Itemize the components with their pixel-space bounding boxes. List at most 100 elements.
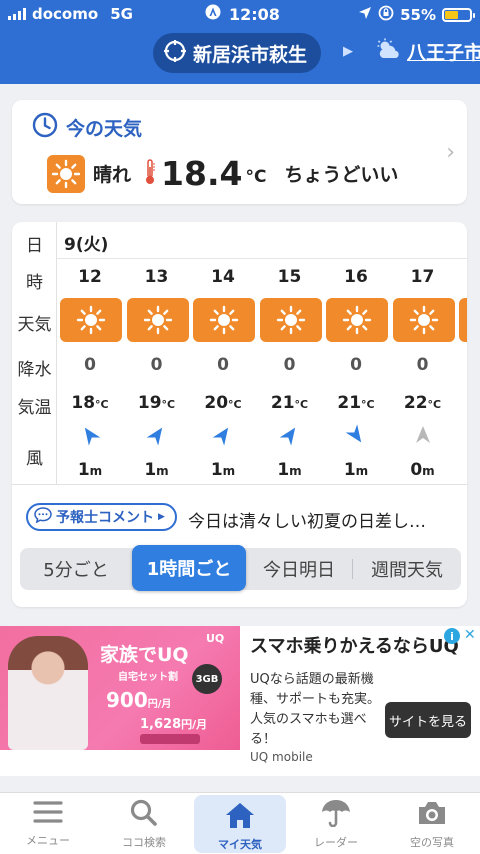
temperature-unit: °C (427, 398, 442, 411)
wind-arrow-icon (193, 424, 253, 446)
next-location-name: 八王子市 (407, 42, 480, 64)
status-center: 12:08 (205, 4, 280, 24)
camera-icon (416, 799, 448, 830)
tab-radar[interactable]: レーダー (290, 793, 382, 854)
precip-value: 0 (416, 355, 429, 375)
ad-model-figure (8, 636, 88, 750)
forecaster-comment-label: 予報士コメント (56, 510, 154, 526)
signal-icon (8, 8, 26, 20)
wind-speed-value: 1 (277, 460, 290, 480)
wind-speed-value: 1 (343, 460, 356, 480)
ad-image[interactable]: 家族でUQ UQ 自宅セット割 3GB 900円/月 1,628円/月 (0, 626, 240, 750)
ad-price-2-value: 1,628 (140, 717, 182, 732)
ad-sub: 自宅セット割 (118, 672, 178, 683)
row-labels: 日 時 天気 降水 気温 風 (12, 222, 57, 484)
speech-bubble-icon (34, 507, 52, 527)
current-location-pill[interactable]: 新居浜市萩生 (153, 33, 322, 73)
tab-five-minutes[interactable]: 5分ごと (20, 548, 132, 590)
temperature-cell: 21°C (260, 393, 320, 413)
current-temperature: 18.4 (161, 154, 243, 193)
tab-sky-photo[interactable]: 空の写真 (386, 793, 478, 854)
menu-icon (33, 799, 63, 828)
temperature-cell: 20°C (193, 393, 253, 413)
clock-icon (32, 112, 58, 143)
ad-data-badge: 3GB (192, 664, 222, 694)
temperature-value: 19 (137, 393, 162, 413)
tab-menu[interactable]: メニュー (2, 793, 94, 854)
ad-headline[interactable]: スマホ乗りかえるならUQ (250, 632, 459, 658)
label-hour: 時 (26, 273, 43, 293)
tab-my-weather[interactable]: マイ天気 (194, 795, 286, 853)
carrier-label: docomo (32, 5, 99, 23)
forecast-date: 9(火) (64, 235, 109, 255)
tab-search[interactable]: ココ検索 (98, 793, 190, 854)
current-location-name: 新居浜市萩生 (193, 43, 308, 66)
status-bar: docomo 5G 12:08 55% (0, 0, 480, 28)
temperature-cell: 22°C (393, 393, 453, 413)
temperature-cell: 18°C (60, 393, 120, 413)
ad-brand: 家族でUQ (100, 644, 189, 666)
next-arrow-icon: ▶ (343, 44, 353, 59)
status-right: 55% (358, 5, 475, 25)
label-weather: 天気 (17, 315, 52, 335)
sun-icon (126, 298, 189, 342)
temperature-value: 21 (270, 393, 295, 413)
sun-icon (193, 298, 255, 342)
temperature-unit: °C (161, 398, 176, 411)
hour-label: 17 (410, 267, 435, 287)
temperature-unit: °C (294, 398, 309, 411)
tab-weekly[interactable]: 週間天気 (353, 548, 461, 590)
precip-value: 0 (150, 355, 163, 375)
precip-value: 0 (283, 355, 296, 375)
ad-advertiser: UQ mobile (250, 750, 313, 764)
ad-price-unit: 円/月 (147, 699, 172, 710)
precip-value: 0 (350, 355, 362, 375)
screen-lock-icon (205, 4, 221, 24)
location-arrow-icon (358, 6, 372, 24)
tab-hourly[interactable]: 1時間ごと (132, 545, 246, 591)
wind-speed-cell: 1m (193, 460, 253, 480)
rotation-lock-icon (378, 5, 394, 25)
sun-icon (392, 298, 455, 342)
sun-icon (47, 154, 85, 193)
wind-arrow-icon (60, 424, 120, 446)
search-icon (129, 799, 159, 830)
precip-value: 0 (84, 355, 96, 375)
hour-label: 12 (78, 267, 102, 287)
sun-icon (60, 298, 122, 342)
ad-info-icon[interactable]: i (444, 628, 460, 644)
tab-today-tomorrow[interactable]: 今日明日 (246, 548, 352, 590)
label-wind: 風 (26, 449, 43, 469)
advertisement[interactable]: 家族でUQ UQ 自宅セット割 3GB 900円/月 1,628円/月 スマホ乗… (0, 626, 480, 776)
hour-label: 15 (277, 267, 302, 287)
sun-icon (326, 298, 388, 342)
chevron-right-icon[interactable]: › (446, 140, 455, 165)
network-label: 5G (110, 5, 133, 23)
top-bar: docomo 5G 12:08 55% 新居浜市萩生 ▶ 八王子市 (0, 0, 480, 84)
temperature-unit: °C (361, 398, 375, 411)
label-temp: 気温 (17, 398, 52, 418)
temperature-value: 18 (71, 393, 96, 413)
ad-uq-mark: UQ (206, 632, 225, 645)
crosshair-icon (163, 39, 187, 68)
temperature-unit: °C (245, 167, 267, 187)
next-location-link[interactable]: 八王子市 (375, 38, 480, 65)
forecaster-comment-text[interactable]: 今日は清々しい初夏の日差し… (188, 507, 426, 532)
ad-site-button[interactable]: サイトを見る (385, 702, 471, 738)
forecaster-comment-tag[interactable]: 予報士コメント ▶ (26, 503, 177, 531)
bottom-tab-bar: メニュー ココ検索 マイ天気 レーダー 空の写真 (0, 792, 480, 854)
wind-speed-cell: 1m (326, 460, 386, 480)
sun-icon (259, 298, 322, 342)
hour-label: 16 (344, 267, 368, 287)
hour-label: 13 (144, 267, 169, 287)
ad-price-2-unit: 円/月 (181, 718, 208, 731)
wind-speed-value: 1 (144, 460, 157, 480)
wind-speed-unit: m (89, 464, 103, 478)
ad-price: 900円/月 (106, 688, 171, 712)
current-weather-card[interactable]: 今の天気 晴れ 18.4 °C ちょうどいい › (12, 100, 467, 204)
wind-speed-cell: 1m (60, 460, 120, 480)
ad-close-icon[interactable]: ✕ (464, 627, 476, 643)
ad-price-value: 900 (106, 688, 148, 712)
wind-speed-unit: m (289, 464, 302, 478)
feel-comment: ちょうどいい (284, 164, 399, 186)
